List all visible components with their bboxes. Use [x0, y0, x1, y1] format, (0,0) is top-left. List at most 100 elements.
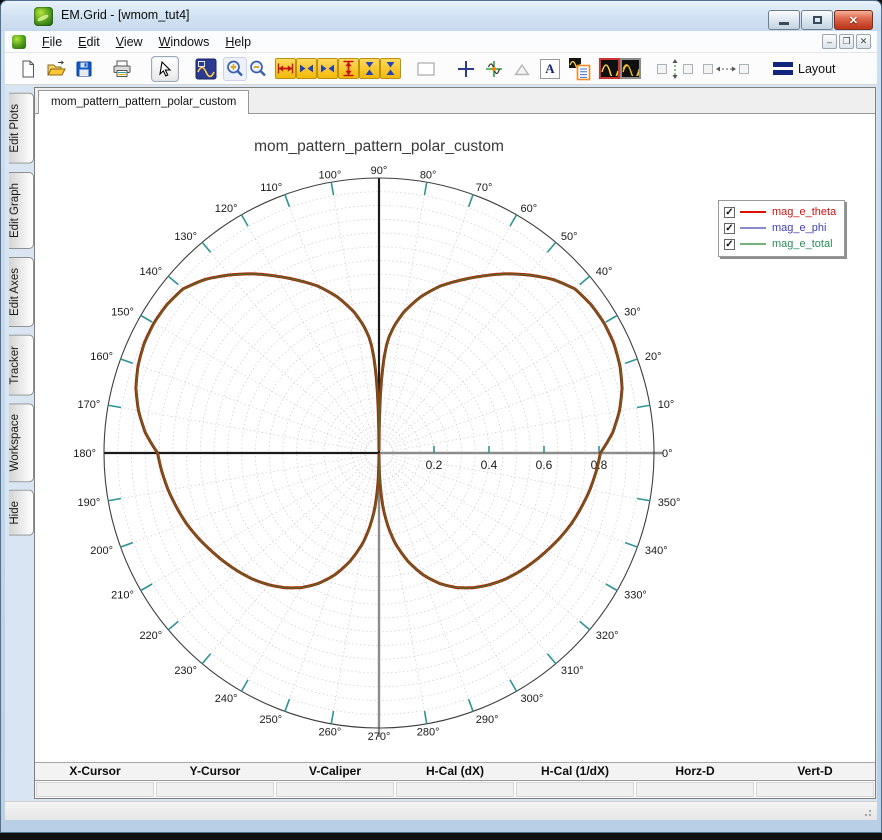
sidebar-tab-edit-axes[interactable]: Edit Axes: [9, 257, 34, 327]
svg-text:110°: 110°: [260, 182, 282, 194]
title-bar[interactable]: EM.Grid - [wmom_tut4] ✕: [1, 1, 881, 31]
chart-legend[interactable]: ✓mag_e_theta✓mag_e_phi✓mag_e_total: [718, 200, 845, 257]
mdi-close-button[interactable]: ✕: [856, 34, 871, 49]
graph-multi-icon: [622, 61, 639, 76]
crosshair-button[interactable]: [455, 58, 477, 80]
save-button[interactable]: [73, 58, 95, 80]
svg-text:240°: 240°: [215, 693, 238, 705]
readout-header: Horz-D: [635, 763, 755, 780]
close-icon: ✕: [849, 14, 858, 27]
minimize-button[interactable]: [768, 10, 800, 30]
sidebar-tab-workspace[interactable]: Workspace: [9, 403, 34, 482]
document-icon[interactable]: [12, 35, 26, 49]
svg-text:20°: 20°: [645, 351, 662, 363]
svg-text:150°: 150°: [111, 307, 134, 319]
tracker-button[interactable]: [483, 58, 505, 80]
legend-label: mag_e_phi: [772, 222, 826, 234]
svg-text:170°: 170°: [78, 399, 101, 411]
menu-items: FileEditViewWindowsHelp: [34, 33, 259, 51]
menu-view[interactable]: View: [108, 33, 151, 51]
full-width-button[interactable]: [275, 58, 296, 79]
plot-canvas[interactable]: 0°10°20°30°40°50°60°70°80°90°100°110°120…: [35, 114, 875, 764]
shrink-horizontal-icon: [319, 60, 336, 77]
zoom-out-button[interactable]: [247, 58, 269, 80]
fit-to-window-button[interactable]: [195, 58, 217, 80]
menu-edit[interactable]: Edit: [70, 33, 108, 51]
expand-horizontal-button[interactable]: [296, 58, 317, 79]
vertical-spacing-button[interactable]: [657, 58, 693, 80]
svg-text:0.2: 0.2: [426, 458, 443, 472]
box-zoom-icon: [416, 60, 436, 78]
legend-row-mag_e_total: ✓mag_e_total: [724, 236, 836, 252]
document-tab[interactable]: mom_pattern_pattern_polar_custom: [38, 90, 249, 114]
sidebar-tab-tracker[interactable]: Tracker: [9, 335, 34, 396]
full-width-icon: [277, 60, 294, 77]
cursor-readout-table: X-CursorY-CursorV-CaliperH-Cal (dX)H-Cal…: [35, 762, 875, 798]
legend-checkbox-mag_e_total[interactable]: ✓: [724, 239, 735, 250]
svg-text:260°: 260°: [318, 727, 341, 739]
svg-text:160°: 160°: [90, 351, 113, 363]
zoom-in-button[interactable]: [223, 57, 247, 81]
document-area: mom_pattern_pattern_polar_custom 0°10°20…: [34, 87, 876, 799]
graph-style-button[interactable]: [599, 58, 620, 79]
menu-help[interactable]: Help: [217, 33, 259, 51]
full-height-button[interactable]: [338, 58, 359, 79]
polygon-button[interactable]: [511, 58, 533, 80]
svg-text:40°: 40°: [596, 266, 613, 278]
horizontal-spacing-button[interactable]: [703, 63, 749, 75]
svg-text:90°: 90°: [371, 165, 388, 177]
box-zoom-button[interactable]: [415, 58, 437, 80]
layout-label: Layout: [798, 62, 836, 76]
menu-bar: FileEditViewWindowsHelp – ❐ ✕: [5, 31, 877, 53]
legend-row-mag_e_theta: ✓mag_e_theta: [724, 204, 836, 220]
graph-multi-button[interactable]: [620, 58, 641, 79]
plot-properties-button[interactable]: [567, 58, 593, 80]
svg-text:210°: 210°: [111, 590, 134, 602]
new-document-button[interactable]: [17, 58, 39, 80]
sidebar-tab-edit-plots[interactable]: Edit Plots: [9, 93, 34, 164]
mdi-restore-button[interactable]: ❐: [839, 34, 854, 49]
maximize-icon: [813, 16, 822, 24]
sidebar-tab-hide[interactable]: Hide: [9, 490, 34, 536]
maximize-button[interactable]: [801, 10, 833, 30]
readout-header: Y-Cursor: [155, 763, 275, 780]
svg-text:230°: 230°: [174, 665, 197, 677]
svg-text:250°: 250°: [259, 714, 282, 726]
shrink-vertical-icon: [382, 60, 399, 77]
app-logo-icon: [34, 7, 53, 26]
readout-cell: [276, 782, 394, 797]
toolbar: A Layout: [5, 53, 877, 85]
legend-checkbox-mag_e_phi[interactable]: ✓: [724, 223, 735, 234]
readout-values: [35, 781, 875, 798]
layout-button[interactable]: Layout: [773, 62, 836, 76]
menu-file[interactable]: File: [34, 33, 70, 51]
zoom-in-icon: [225, 59, 245, 79]
sidebar-tab-edit-graph[interactable]: Edit Graph: [9, 172, 34, 249]
status-bar: [5, 801, 877, 820]
expand-vertical-button[interactable]: [359, 58, 380, 79]
readout-cell: [516, 782, 634, 797]
resize-grip-icon[interactable]: [862, 807, 872, 817]
menu-windows[interactable]: Windows: [151, 33, 218, 51]
shrink-horizontal-button[interactable]: [317, 58, 338, 79]
main-area: Edit Plots Edit Graph Edit Axes Tracker Work…: [5, 85, 877, 801]
readout-headers: X-CursorY-CursorV-CaliperH-Cal (dX)H-Cal…: [35, 763, 875, 781]
pointer-icon: [156, 60, 174, 78]
svg-text:220°: 220°: [139, 630, 162, 642]
text-label-button[interactable]: A: [539, 58, 561, 80]
chart-title: mom_pattern_pattern_polar_custom: [254, 138, 504, 155]
expand-horizontal-icon: [298, 60, 315, 77]
print-button[interactable]: [111, 58, 133, 80]
shrink-vertical-button[interactable]: [380, 58, 401, 79]
legend-checkbox-mag_e_theta[interactable]: ✓: [724, 207, 735, 218]
open-folder-icon: [46, 59, 67, 79]
legend-row-mag_e_phi: ✓ mag_e_phi: [724, 220, 836, 236]
svg-text:60°: 60°: [521, 203, 538, 215]
polar-axes: [104, 178, 663, 737]
mdi-minimize-button[interactable]: –: [822, 34, 837, 49]
save-icon: [74, 59, 94, 79]
svg-text:300°: 300°: [521, 693, 544, 705]
pointer-tool-button[interactable]: [151, 56, 179, 82]
close-button[interactable]: ✕: [834, 10, 873, 30]
open-file-button[interactable]: [45, 58, 67, 80]
